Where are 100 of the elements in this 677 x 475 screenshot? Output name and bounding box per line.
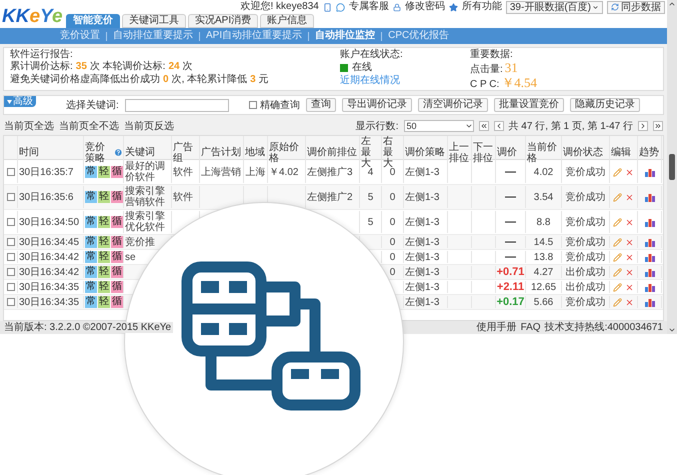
select-link[interactable]: 当前页全选: [4, 120, 54, 132]
row-checkbox[interactable]: [6, 168, 14, 176]
header-link[interactable]: 专属客服: [348, 1, 389, 13]
delete-icon[interactable]: [625, 168, 634, 176]
bar-chart-icon[interactable]: [644, 218, 654, 226]
strategy-tag[interactable]: 常: [85, 236, 97, 248]
bar-chart-icon[interactable]: [644, 282, 654, 292]
strategy-tag[interactable]: 循: [111, 166, 123, 178]
table-cell: 0: [390, 192, 396, 202]
delete-icon[interactable]: [625, 218, 634, 226]
strategy-tag[interactable]: 常: [85, 281, 97, 293]
main-tab[interactable]: 账户信息: [260, 14, 314, 28]
bar-chart-icon[interactable]: [644, 238, 654, 246]
exact-checkbox[interactable]: [248, 101, 257, 109]
help-link[interactable]: 使用手册: [476, 322, 517, 333]
phone-icon[interactable]: [322, 2, 332, 12]
filter-button[interactable]: 批量设置竞价: [494, 98, 564, 112]
main-tab[interactable]: 实况API消费: [188, 14, 258, 28]
main-tab[interactable]: 智能竞价: [66, 14, 120, 28]
table-cell: 上海营销: [201, 166, 241, 178]
strategy-tag[interactable]: 常: [85, 296, 97, 308]
strategy-tag[interactable]: 循: [111, 251, 123, 263]
table-cell: 4.02: [534, 166, 554, 178]
status-text: 在线: [352, 62, 372, 73]
bar-chart-icon[interactable]: [644, 298, 654, 306]
delete-icon[interactable]: [625, 298, 634, 306]
delete-icon[interactable]: [625, 238, 634, 246]
pencil-icon[interactable]: [613, 268, 622, 276]
keyword-input[interactable]: [124, 98, 229, 112]
strategy-tag[interactable]: 常: [85, 251, 97, 263]
header-link[interactable]: 所有功能: [462, 1, 502, 13]
pencil-icon[interactable]: [613, 298, 622, 306]
pencil-icon[interactable]: [613, 192, 622, 202]
strategy-tag[interactable]: 常: [85, 191, 97, 203]
row-checkbox[interactable]: [6, 238, 14, 246]
row-checkbox[interactable]: [6, 218, 14, 226]
first-page-icon[interactable]: [478, 121, 489, 131]
column-header: 原始价格: [269, 142, 300, 164]
select-link[interactable]: 当前页全不选: [59, 120, 119, 132]
row-checkbox[interactable]: [6, 298, 14, 306]
next-page-icon[interactable]: [638, 121, 648, 131]
scroll-down-icon[interactable]: [668, 326, 676, 334]
delete-icon[interactable]: [625, 268, 634, 276]
bar-chart-icon[interactable]: [644, 168, 654, 176]
strategy-tag[interactable]: 轻: [98, 251, 110, 263]
strategy-tag[interactable]: 常: [85, 216, 97, 228]
column-header: 调价状态: [563, 147, 603, 158]
strategy-tag[interactable]: 轻: [98, 266, 110, 278]
strategy-tag[interactable]: 循: [111, 236, 123, 248]
bar-chart-icon[interactable]: [644, 192, 654, 202]
bar-chart-icon[interactable]: [644, 268, 654, 276]
scroll-thumb[interactable]: [669, 154, 675, 180]
table-cell: 左侧1-3: [405, 252, 440, 262]
select-link[interactable]: 当前页反选: [124, 120, 174, 132]
filter-button[interactable]: 导出调价记录: [342, 98, 412, 112]
pencil-icon[interactable]: [613, 238, 622, 246]
strategy-tag[interactable]: 轻: [98, 166, 110, 178]
scroll-up-icon[interactable]: [668, 0, 676, 8]
row-checkbox[interactable]: [6, 253, 14, 261]
previous-page-icon[interactable]: [494, 121, 504, 131]
strategy-tag[interactable]: 循: [111, 281, 123, 293]
strategy-tag[interactable]: 轻: [98, 191, 110, 203]
row-checkbox[interactable]: [6, 283, 14, 291]
delete-icon[interactable]: [625, 252, 634, 262]
strategy-tag[interactable]: 循: [111, 266, 123, 278]
online-history-link[interactable]: 近期在线情况: [340, 75, 470, 86]
strategy-tag[interactable]: 轻: [98, 216, 110, 228]
sync-button[interactable]: 同步数据: [607, 0, 665, 14]
strategy-tag[interactable]: 常: [85, 166, 97, 178]
strategy-tag[interactable]: 常: [85, 266, 97, 278]
key-data-value: ￥4.54: [501, 76, 538, 89]
strategy-tag[interactable]: 循: [111, 296, 123, 308]
delete-icon[interactable]: [625, 282, 634, 292]
bar-chart-icon[interactable]: [644, 252, 654, 262]
rows-select[interactable]: 50: [404, 120, 474, 132]
help-link[interactable]: FAQ: [520, 322, 541, 333]
row-checkbox[interactable]: [6, 268, 14, 276]
last-page-icon[interactable]: [653, 121, 663, 131]
help-icon[interactable]: [115, 148, 122, 157]
column-header: 广告计划: [201, 147, 241, 158]
filter-button[interactable]: 查询: [306, 98, 336, 112]
row-checkbox[interactable]: [6, 193, 14, 201]
delete-icon[interactable]: [625, 192, 634, 202]
header-link[interactable]: 修改密码: [404, 1, 445, 13]
pencil-icon[interactable]: [613, 168, 622, 176]
advanced-badge[interactable]: 高级: [4, 96, 36, 107]
filter-button[interactable]: 清空调价记录: [418, 98, 488, 112]
strategy-tag[interactable]: 轻: [98, 296, 110, 308]
strategy-tag[interactable]: 轻: [98, 281, 110, 293]
main-tab[interactable]: 关键词工具: [122, 14, 186, 28]
strategy-tag[interactable]: 循: [111, 191, 123, 203]
account-select[interactable]: 39-开眼数据(百度): [506, 0, 603, 14]
scrollbar[interactable]: [667, 0, 677, 334]
filter-button[interactable]: 隐藏历史记录: [570, 98, 640, 112]
pencil-icon[interactable]: [613, 282, 622, 292]
chat-icon[interactable]: [336, 2, 345, 12]
pencil-icon[interactable]: [613, 218, 622, 226]
strategy-tag[interactable]: 轻: [98, 236, 110, 248]
pencil-icon[interactable]: [613, 252, 622, 262]
strategy-tag[interactable]: 循: [111, 216, 123, 228]
